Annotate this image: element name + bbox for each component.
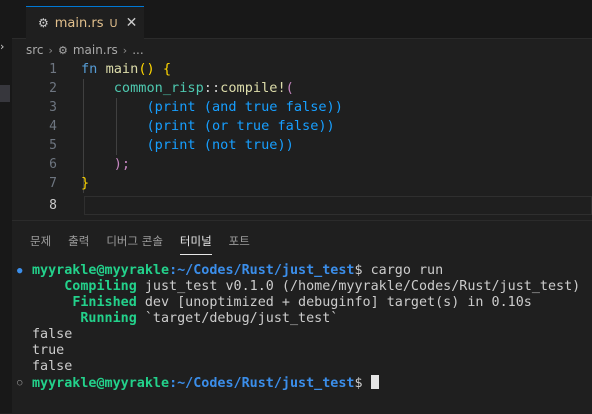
breadcrumb-folder[interactable]: src [26, 43, 44, 57]
code-line: 6 ); [12, 155, 592, 174]
rust-file-icon: ⚙ [57, 43, 68, 57]
code-line: 1 fn main() { [12, 60, 592, 79]
tab-debug-console[interactable]: 디버그 콘솔 [106, 233, 163, 255]
tab-ports[interactable]: 포트 [229, 233, 250, 255]
breadcrumb-file[interactable]: main.rs [73, 43, 118, 57]
terminal-output: false [32, 327, 73, 342]
code-text: (print (or true false)) [146, 118, 335, 134]
line-number: 3 [49, 100, 57, 115]
panel-tabs: 문제 출력 디버그 콘솔 터미널 포트 [30, 233, 267, 255]
editor-tab-bar: ⚙ main.rs U ✕ [12, 0, 592, 39]
breadcrumb-more[interactable]: ... [132, 43, 143, 57]
tab-filename: main.rs [54, 15, 104, 31]
terminal-output: false [32, 359, 73, 374]
terminal-cursor [370, 375, 379, 389]
command-pending-icon[interactable]: ○ [17, 375, 22, 391]
code-text: (print (not true)) [146, 137, 294, 153]
line-number: 6 [49, 157, 57, 172]
command-success-icon[interactable]: ● [17, 263, 22, 279]
bottom-panel: 문제 출력 디버그 콘솔 터미널 포트 ● myyrakle@myyrakle:… [12, 220, 592, 414]
chevron-right-icon: › [122, 43, 128, 57]
code-text: } [81, 175, 90, 191]
tab-terminal[interactable]: 터미널 [179, 233, 212, 255]
rust-file-icon: ⚙ [38, 16, 49, 30]
line-number: 8 [49, 198, 57, 213]
breadcrumb: src › ⚙ main.rs › ... [26, 41, 144, 59]
code-line: 5 (print (not true)) [12, 136, 592, 155]
code-text: common_risp::compile!( [113, 80, 294, 96]
code-line: 2 common_risp::compile!( [12, 79, 592, 98]
activity-selection [0, 85, 10, 102]
code-line: 8 [12, 196, 592, 215]
code-text: ); [113, 156, 131, 172]
line-number: 7 [49, 176, 57, 191]
code-line: 7 } [12, 174, 592, 193]
terminal-line: Finished dev [unoptimized + debuginfo] t… [72, 295, 532, 310]
close-icon[interactable]: ✕ [126, 15, 138, 31]
tab-main-rs[interactable]: ⚙ main.rs U ✕ [26, 6, 144, 39]
line-number: 4 [49, 119, 57, 134]
tab-untracked-badge: U [109, 16, 118, 30]
code-line: 4 (print (or true false)) [12, 117, 592, 136]
code-editor[interactable]: 1 fn main() { 2 common_risp::compile!( 3… [12, 60, 592, 220]
code-text: fn main() { [81, 61, 172, 77]
tab-problems[interactable]: 문제 [30, 233, 51, 255]
terminal-line: myyrakle@myyrakle:~/Codes/Rust/just_test… [32, 263, 444, 278]
terminal-output: true [32, 343, 65, 358]
code-text: (print (and true false)) [146, 99, 343, 115]
activity-bar: › [0, 0, 12, 413]
terminal-line: Running `target/debug/just_test` [80, 311, 339, 326]
chevron-right-icon: › [48, 43, 53, 57]
tab-output[interactable]: 출력 [68, 233, 89, 255]
terminal-line: myyrakle@myyrakle:~/Codes/Rust/just_test… [32, 375, 379, 391]
line-number: 5 [49, 138, 57, 153]
line-number: 1 [49, 62, 57, 77]
line-number: 2 [49, 81, 57, 96]
chevron-right-icon[interactable]: › [0, 40, 4, 53]
code-line: 3 (print (and true false)) [12, 98, 592, 117]
terminal-line: Compiling just_test v0.1.0 (/home/myyrak… [64, 279, 581, 294]
